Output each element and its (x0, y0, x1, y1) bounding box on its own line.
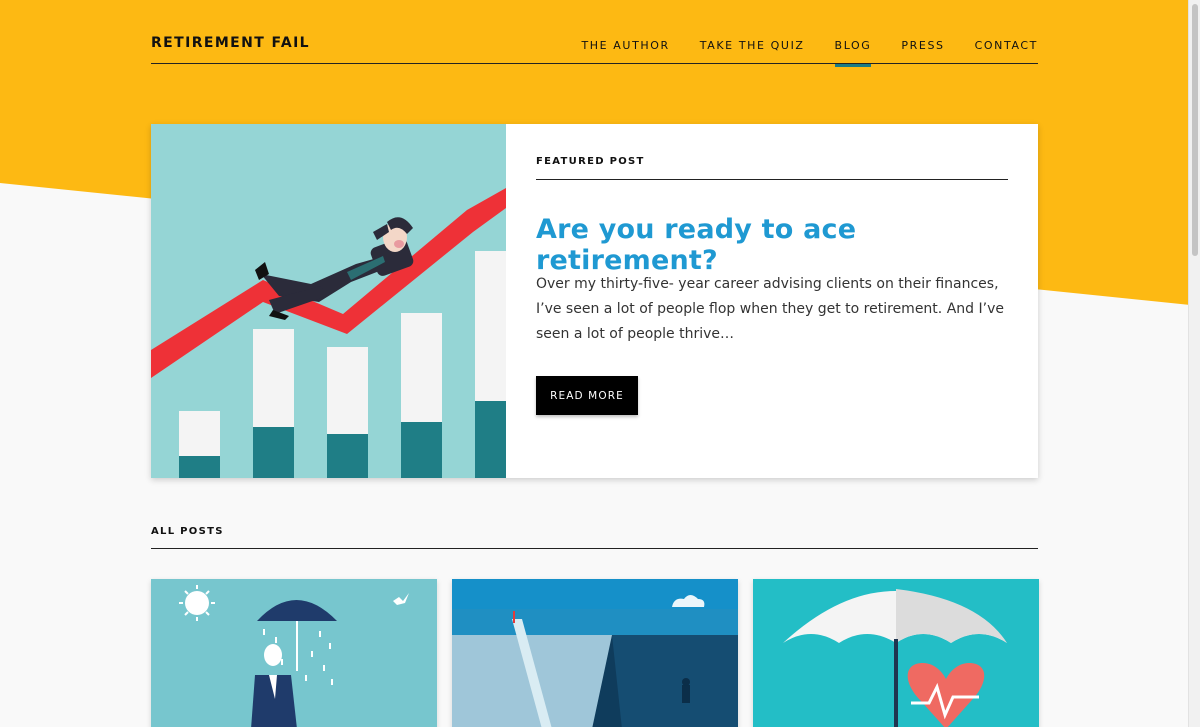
post-card-image (452, 579, 738, 727)
post-card-image (753, 579, 1039, 727)
featured-post-label: FEATURED POST (536, 156, 645, 167)
nav-the-author[interactable]: THE AUTHOR (581, 39, 669, 65)
featured-post-title[interactable]: Are you ready to ace retirement? (536, 214, 1016, 276)
featured-post-excerpt: Over my thirty-five- year career advisin… (536, 276, 1004, 342)
post-card[interactable] (753, 579, 1039, 727)
featured-image[interactable] (151, 124, 506, 478)
nav-take-the-quiz[interactable]: TAKE THE QUIZ (700, 39, 805, 65)
nav-blog[interactable]: BLOG (834, 39, 872, 67)
all-posts-heading: ALL POSTS (151, 526, 224, 537)
nav-press[interactable]: PRESS (901, 39, 944, 65)
nav-contact[interactable]: CONTACT (975, 39, 1038, 65)
scrollbar[interactable] (1188, 0, 1200, 727)
featured-illustration (151, 124, 506, 478)
post-card[interactable] (151, 579, 437, 727)
site-header: RETIREMENT FAIL THE AUTHOR TAKE THE QUIZ… (151, 0, 1038, 67)
scrollbar-thumb[interactable] (1192, 4, 1198, 256)
site-logo[interactable]: RETIREMENT FAIL (151, 35, 310, 51)
featured-post-card: FEATURED POST Are you ready to ace retir… (151, 124, 1038, 478)
post-card-image (151, 579, 437, 727)
main-nav: THE AUTHOR TAKE THE QUIZ BLOG PRESS CONT… (551, 39, 1038, 67)
featured-content: FEATURED POST Are you ready to ace retir… (506, 124, 1038, 478)
read-more-button[interactable]: READ MORE (536, 376, 638, 415)
all-posts-divider (151, 548, 1038, 549)
post-card[interactable] (452, 579, 738, 727)
featured-divider (536, 179, 1008, 180)
